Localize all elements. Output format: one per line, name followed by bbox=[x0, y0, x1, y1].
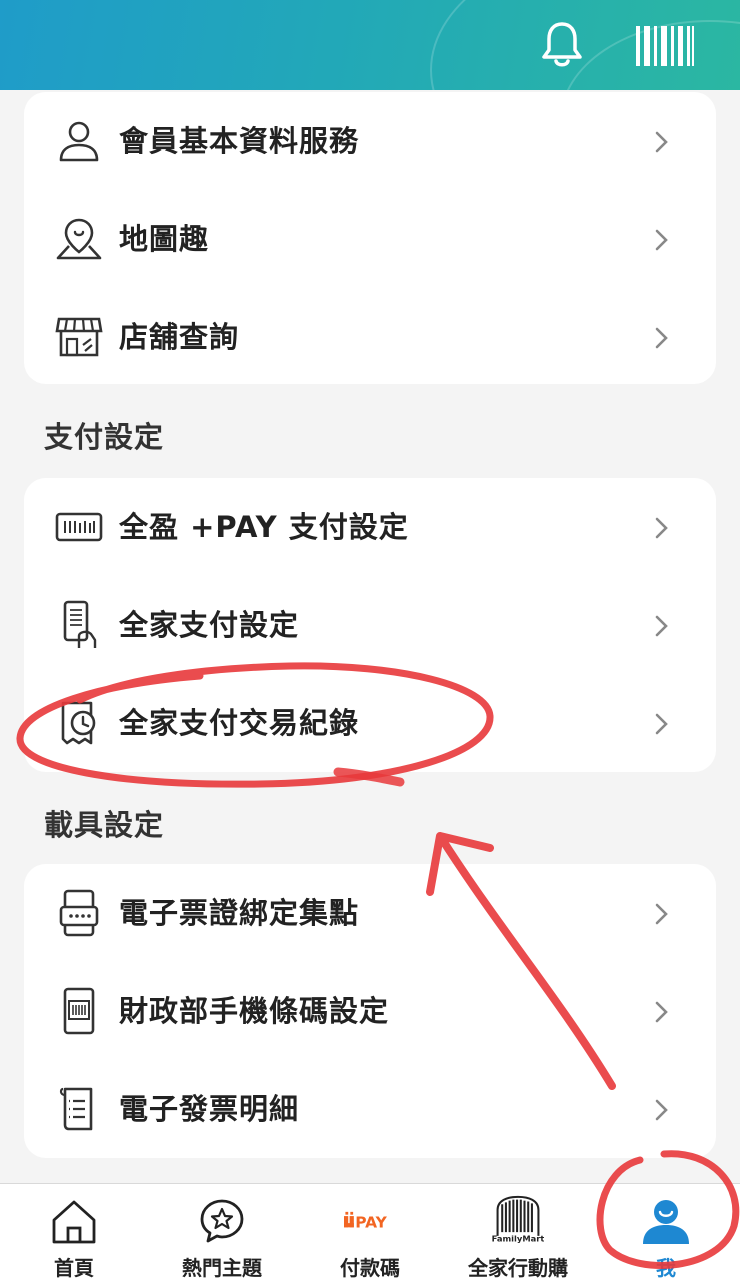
star-chat-icon bbox=[196, 1196, 248, 1246]
section-title-payment: 支付設定 bbox=[44, 420, 165, 454]
chevron-right-icon bbox=[655, 903, 668, 925]
familymart-logo-text: FamilyMart bbox=[492, 1233, 544, 1243]
annotation-circle bbox=[333, 767, 405, 787]
menu-item-label: 電子票證綁定集點 bbox=[119, 896, 360, 930]
menu-item-family-pay-settings[interactable]: 全家支付設定 bbox=[24, 576, 716, 674]
card-reader-icon bbox=[54, 502, 104, 552]
menu-item-label: 地圖趣 bbox=[119, 222, 210, 256]
chevron-right-icon bbox=[655, 1001, 668, 1023]
bottom-tab-bar: 首頁 熱門主題 PAY 付款碼 FamilyMart 全家行動購 我 bbox=[0, 1183, 740, 1280]
bell-icon[interactable] bbox=[540, 20, 584, 70]
menu-item-label: 會員基本資料服務 bbox=[119, 124, 360, 158]
tab-label: 全家行動購 bbox=[468, 1256, 568, 1280]
tab-label: 付款碼 bbox=[340, 1256, 400, 1280]
chevron-right-icon bbox=[655, 517, 668, 539]
tab-label: 我 bbox=[656, 1256, 676, 1280]
tab-me[interactable]: 我 bbox=[592, 1184, 740, 1280]
user-icon bbox=[54, 116, 104, 166]
section-title-carrier: 載具設定 bbox=[44, 808, 165, 842]
menu-item-map[interactable]: 地圖趣 bbox=[24, 190, 716, 288]
menu-item-member-info[interactable]: 會員基本資料服務 bbox=[24, 92, 716, 190]
carrier-card: 電子票證綁定集點 財政部手機條碼設定 電子發票明細 bbox=[24, 864, 716, 1158]
chevron-right-icon bbox=[655, 229, 668, 251]
tab-label: 熱門主題 bbox=[182, 1256, 262, 1280]
map-pin-icon bbox=[54, 214, 104, 264]
menu-item-label: 電子發票明細 bbox=[119, 1092, 300, 1126]
menu-item-e-ticket-binding[interactable]: 電子票證綁定集點 bbox=[24, 864, 716, 962]
header-bar bbox=[0, 0, 740, 90]
menu-item-e-invoice-details[interactable]: 電子發票明細 bbox=[24, 1060, 716, 1158]
barcode-icon[interactable] bbox=[636, 26, 694, 66]
ticket-card-icon bbox=[54, 888, 104, 938]
tab-hot-topics[interactable]: 熱門主題 bbox=[148, 1184, 296, 1280]
phone-pay-icon bbox=[54, 600, 104, 650]
invoice-icon bbox=[54, 1084, 104, 1134]
tab-home[interactable]: 首頁 bbox=[0, 1184, 148, 1280]
pay-logo: PAY bbox=[344, 1196, 396, 1246]
chevron-right-icon bbox=[655, 615, 668, 637]
tab-pay-code[interactable]: PAY 付款碼 bbox=[296, 1184, 444, 1280]
tab-familymart-shop[interactable]: FamilyMart 全家行動購 bbox=[444, 1184, 592, 1280]
menu-item-label: 全盈 +PAY 支付設定 bbox=[119, 510, 409, 544]
chevron-right-icon bbox=[655, 327, 668, 349]
profile-icon bbox=[640, 1196, 692, 1246]
home-icon bbox=[48, 1196, 100, 1246]
familymart-logo: FamilyMart bbox=[492, 1195, 544, 1246]
menu-item-mobile-barcode[interactable]: 財政部手機條碼設定 bbox=[24, 962, 716, 1060]
menu-item-family-pay-history[interactable]: 全家支付交易紀錄 bbox=[24, 674, 716, 772]
receipt-history-icon bbox=[54, 698, 104, 748]
menu-item-store-search[interactable]: 店舖查詢 bbox=[24, 288, 716, 386]
tab-label: 首頁 bbox=[54, 1256, 94, 1280]
menu-item-label: 全家支付交易紀錄 bbox=[119, 706, 360, 740]
chevron-right-icon bbox=[655, 131, 668, 153]
menu-item-label: 財政部手機條碼設定 bbox=[119, 994, 390, 1028]
mobile-barcode-icon bbox=[54, 986, 104, 1036]
store-icon bbox=[54, 312, 104, 362]
menu-item-plus-pay-settings[interactable]: 全盈 +PAY 支付設定 bbox=[24, 478, 716, 576]
member-card: 會員基本資料服務 地圖趣 店舖查詢 bbox=[24, 92, 716, 384]
chevron-right-icon bbox=[655, 713, 668, 735]
payment-card: 全盈 +PAY 支付設定 全家支付設定 全家支付交易紀錄 bbox=[24, 478, 716, 772]
menu-item-label: 全家支付設定 bbox=[119, 608, 300, 642]
pay-logo-text: PAY bbox=[355, 1213, 387, 1231]
menu-item-label: 店舖查詢 bbox=[119, 320, 240, 354]
chevron-right-icon bbox=[655, 1099, 668, 1121]
